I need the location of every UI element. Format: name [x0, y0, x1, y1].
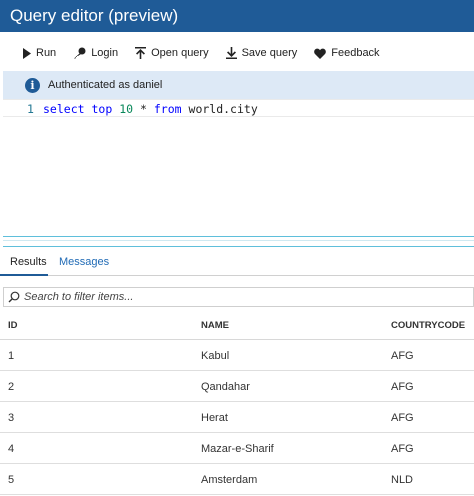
open-upload-icon — [135, 47, 147, 59]
cell-name: Qandahar — [201, 381, 250, 393]
keyword-top: top — [91, 102, 113, 116]
number-literal: 10 — [119, 102, 134, 116]
cell-countrycode: AFG — [391, 443, 414, 455]
auth-info-bar: i Authenticated as daniel — [3, 71, 474, 99]
results-tabs: Results Messages — [0, 250, 474, 276]
filter-input[interactable] — [24, 291, 464, 303]
cell-countrycode: NLD — [391, 474, 414, 486]
query-code[interactable]: select top 10 * from world.city — [43, 101, 258, 117]
login-label: Login — [91, 47, 119, 59]
pane-splitter[interactable] — [3, 236, 474, 247]
cell-id: 3 — [8, 412, 15, 424]
column-header-id[interactable]: ID — [8, 320, 18, 331]
download-save-icon — [225, 47, 237, 59]
save-query-button[interactable]: Save query — [225, 47, 298, 59]
cell-name: Amsterdam — [201, 474, 258, 486]
active-tab-indicator — [0, 274, 48, 276]
cell-countrycode: AFG — [391, 381, 414, 393]
auth-message: Authenticated as daniel — [48, 79, 163, 91]
save-query-label: Save query — [241, 47, 298, 59]
filter-box[interactable] — [3, 287, 474, 307]
table-name: world.city — [188, 102, 258, 116]
info-icon: i — [25, 77, 40, 93]
splitter-handle[interactable] — [3, 240, 474, 243]
cell-id: 1 — [8, 350, 15, 362]
open-query-label: Open query — [151, 47, 209, 59]
editor-line[interactable]: 1 select top 10 * from world.city — [3, 99, 474, 117]
keyword-from: from — [153, 102, 182, 116]
results-table: ID NAME COUNTRYCODE 1 Kabul AFG 2 Qandah… — [0, 310, 474, 495]
table-row[interactable]: 3 Herat AFG — [0, 402, 474, 433]
run-label: Run — [36, 47, 57, 59]
tab-results[interactable]: Results — [10, 256, 47, 268]
column-header-name[interactable]: NAME — [201, 320, 229, 331]
heart-icon — [314, 48, 327, 59]
table-row[interactable]: 4 Mazar-e-Sharif AFG — [0, 433, 474, 464]
run-button[interactable]: Run — [23, 47, 56, 59]
cell-id: 5 — [8, 474, 15, 486]
table-row[interactable]: 1 Kabul AFG — [0, 340, 474, 371]
table-header: ID NAME COUNTRYCODE — [0, 310, 474, 340]
open-query-button[interactable]: Open query — [135, 47, 209, 59]
table-row[interactable]: 2 Qandahar AFG — [0, 371, 474, 402]
column-header-countrycode[interactable]: COUNTRYCODE — [391, 320, 465, 331]
keyword-select: select — [43, 102, 85, 116]
query-editor[interactable]: 1 select top 10 * from world.city — [3, 99, 474, 236]
toolbar: Run Login Open query Save query Feedback — [0, 38, 474, 68]
star-token: * — [140, 102, 147, 116]
key-icon — [74, 47, 86, 59]
feedback-label: Feedback — [331, 47, 380, 59]
line-number: 1 — [27, 102, 34, 116]
cell-name: Kabul — [201, 350, 230, 362]
cell-countrycode: AFG — [391, 412, 414, 424]
search-icon — [8, 291, 20, 303]
table-row[interactable]: 5 Amsterdam NLD — [0, 464, 474, 495]
cell-countrycode: AFG — [391, 350, 414, 362]
cell-name: Mazar-e-Sharif — [201, 443, 274, 455]
cell-id: 4 — [8, 443, 15, 455]
window-title: Query editor (preview) — [0, 0, 474, 32]
login-button[interactable]: Login — [73, 47, 118, 59]
cell-id: 2 — [8, 381, 15, 393]
tab-messages[interactable]: Messages — [59, 256, 109, 268]
play-icon — [23, 47, 31, 59]
cell-name: Herat — [201, 412, 228, 424]
feedback-button[interactable]: Feedback — [314, 47, 380, 59]
